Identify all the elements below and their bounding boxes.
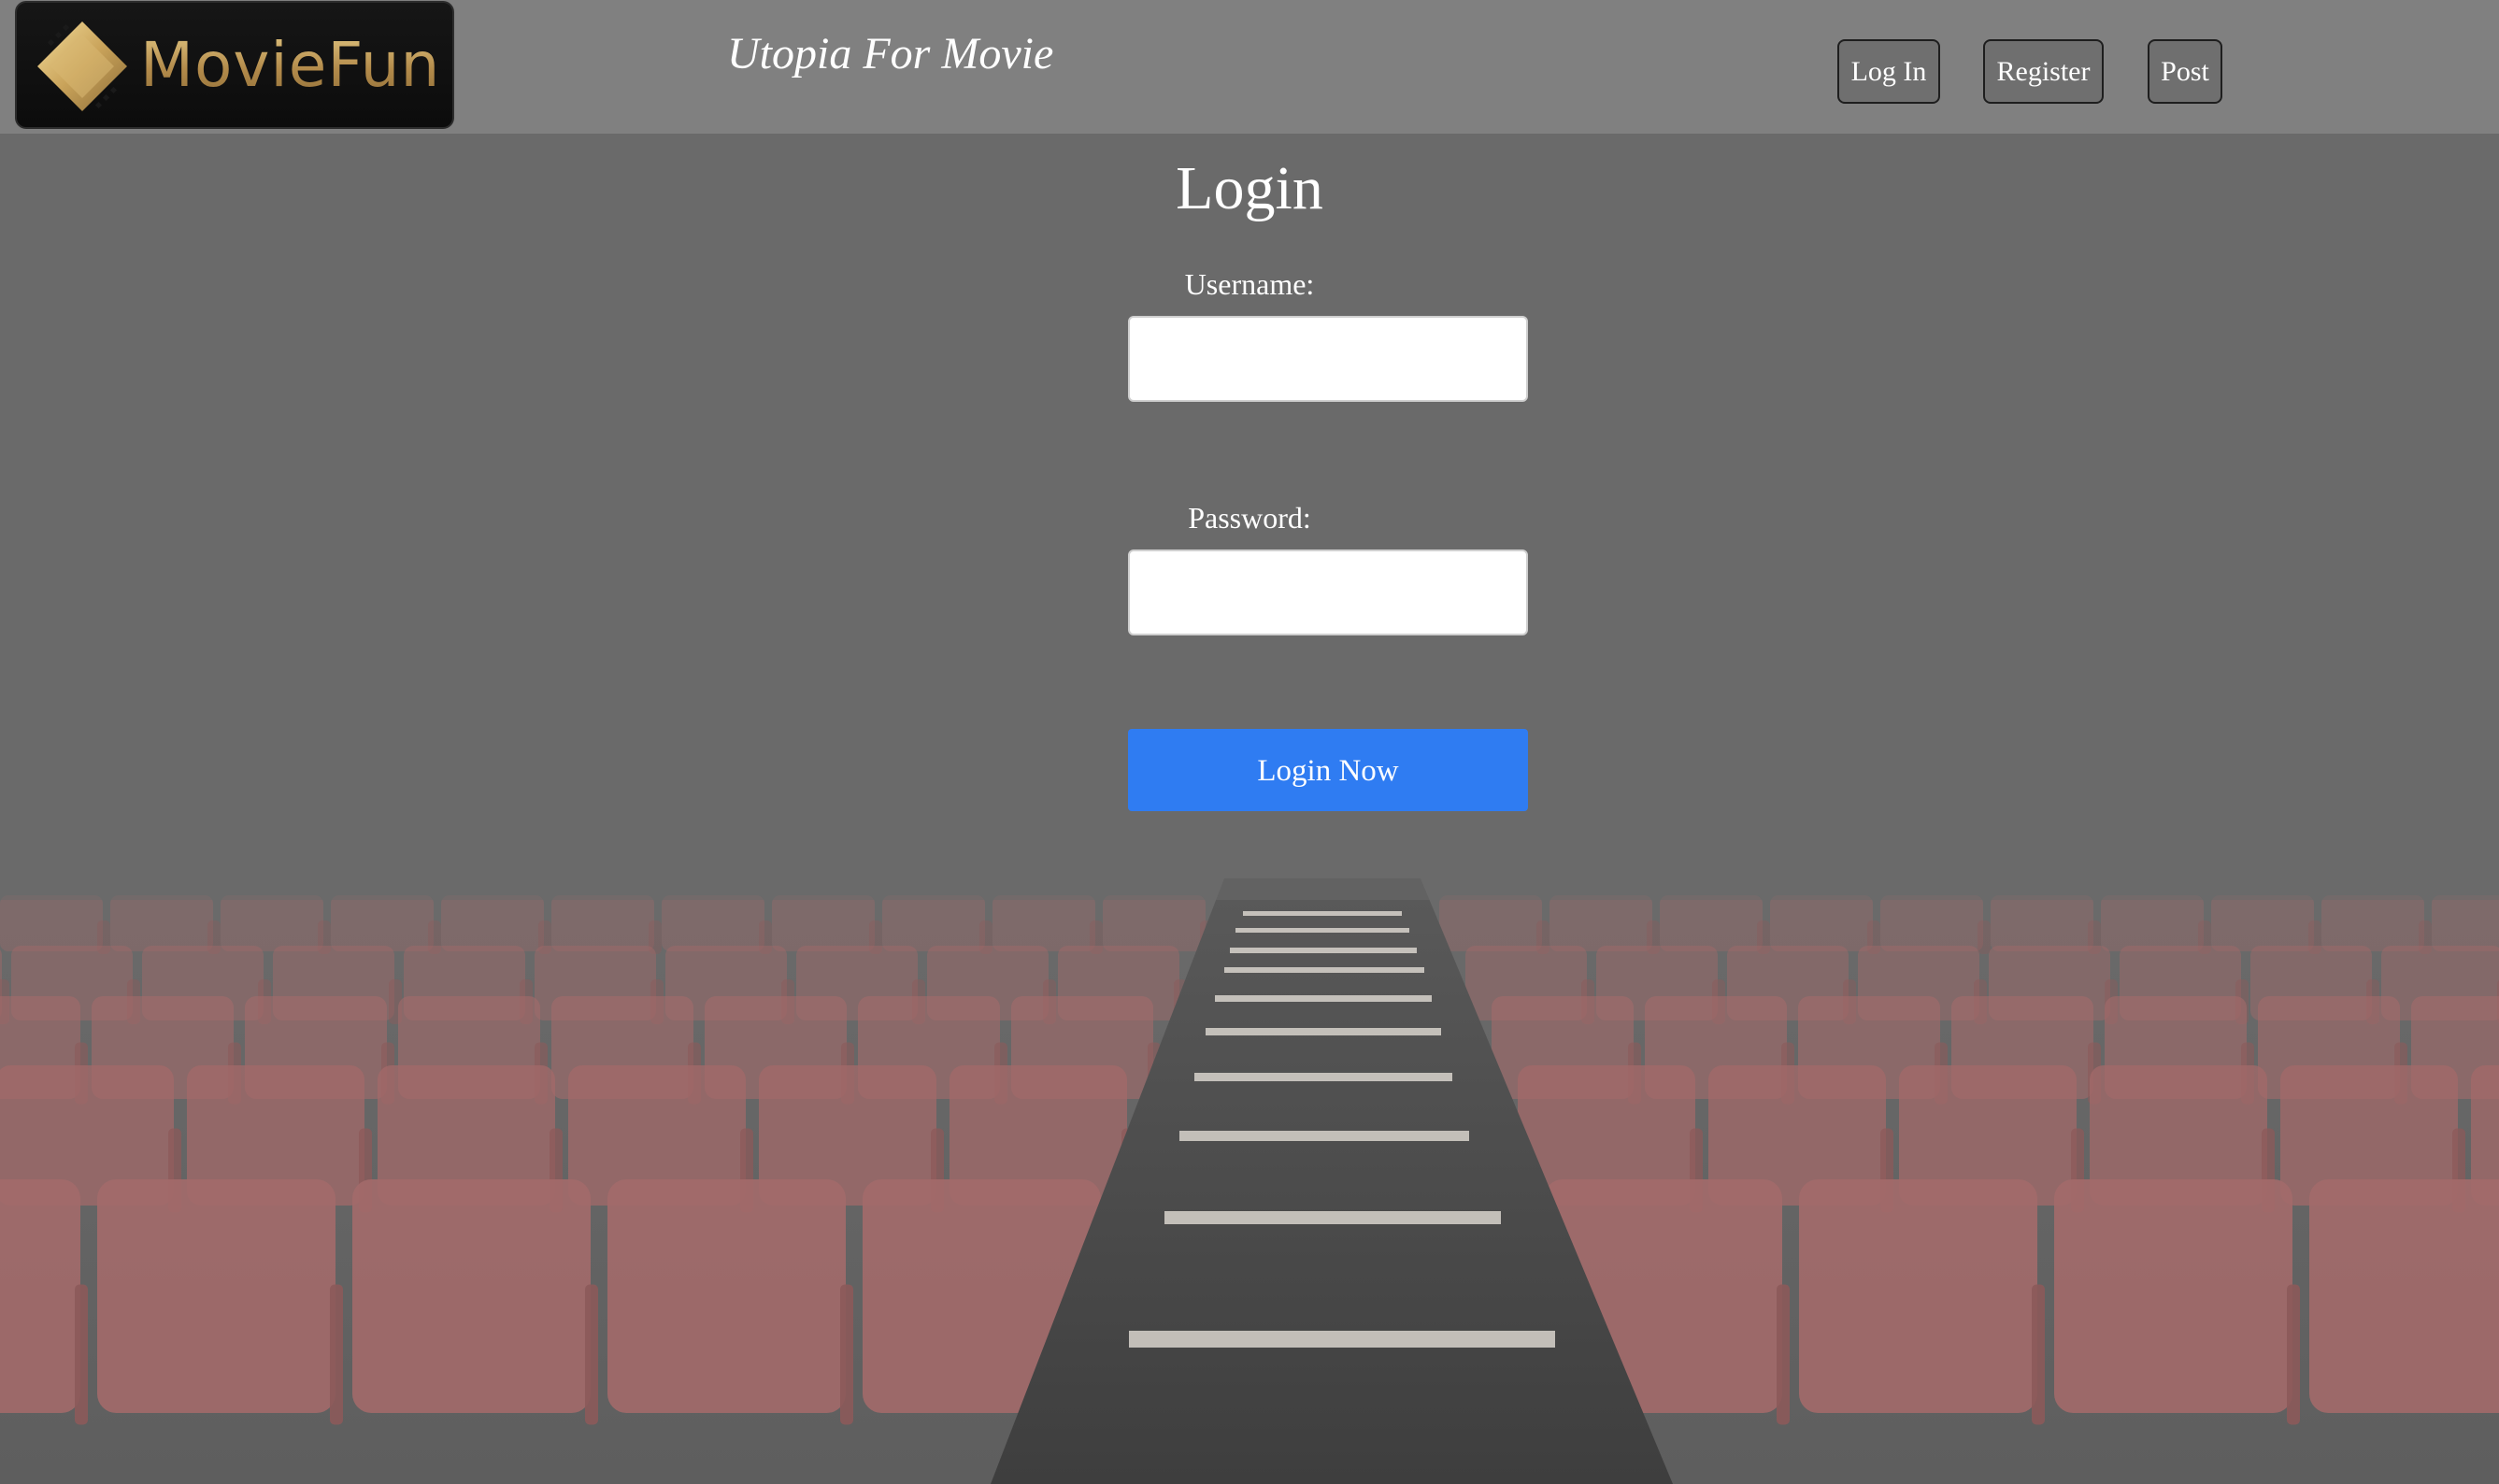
seat-armrest — [585, 1284, 598, 1425]
theater-seat — [662, 895, 764, 951]
theater-seat — [1660, 895, 1763, 951]
theater-seat — [1880, 895, 1983, 951]
register-nav-button[interactable]: Register — [1983, 39, 2104, 104]
theater-seat — [1103, 895, 1206, 951]
film-strip-diamond-icon — [37, 21, 127, 111]
logo-wordmark: MovieFun — [140, 23, 440, 107]
aisle-step-light — [1230, 948, 1417, 953]
site-logo[interactable]: MovieFun — [15, 1, 454, 129]
aisle-step-light — [1215, 995, 1432, 1002]
seat-armrest — [1978, 920, 1991, 954]
theater-seat — [2101, 895, 2204, 951]
aisle-step-light — [1179, 1131, 1469, 1141]
theater-seat — [882, 895, 985, 951]
theater-seat — [551, 895, 654, 951]
seat-armrest — [840, 1284, 853, 1425]
theater-seat — [110, 895, 213, 951]
password-label: Password: — [1188, 501, 1311, 535]
theater-seat — [441, 895, 544, 951]
seat-armrest — [75, 1284, 88, 1425]
theater-seat — [1991, 895, 2093, 951]
post-nav-button[interactable]: Post — [2148, 39, 2222, 104]
username-label: Username: — [1184, 267, 1315, 301]
login-now-button[interactable]: Login Now — [1128, 729, 1528, 811]
theater-seat — [2432, 895, 2499, 951]
theater-seat — [0, 1179, 80, 1413]
theater-seat — [331, 895, 434, 951]
theater-seat — [97, 1179, 336, 1413]
aisle-step-light — [1164, 1211, 1501, 1224]
theater-seat — [1799, 1179, 2037, 1413]
site-tagline: Utopia For Movie — [727, 29, 1054, 78]
theater-seat — [992, 895, 1095, 951]
theater-seat — [2054, 1179, 2292, 1413]
aisle-step-light — [1129, 1331, 1555, 1348]
seat-armrest — [1777, 1284, 1790, 1425]
theater-seat — [1549, 895, 1652, 951]
aisle-step-light — [1235, 928, 1409, 933]
login-nav-button[interactable]: Log In — [1837, 39, 1940, 104]
theater-seat — [1770, 895, 1873, 951]
login-page: MovieFun Utopia For Movie Log In Registe… — [0, 0, 2499, 1484]
seat-armrest — [330, 1284, 343, 1425]
aisle-step-light — [1224, 967, 1424, 973]
theater-seat — [1439, 895, 1542, 951]
theater-seat — [0, 895, 103, 951]
aisle-step-light — [1206, 1028, 1441, 1035]
theater-seat — [2309, 1179, 2499, 1413]
login-heading: Login — [1176, 154, 1323, 222]
theater-seat — [607, 1179, 846, 1413]
theater-seat — [772, 895, 875, 951]
seat-armrest — [2032, 1284, 2045, 1425]
theater-seat — [2321, 895, 2424, 951]
header-bar: MovieFun Utopia For Movie Log In Registe… — [0, 0, 2499, 134]
seat-armrest — [2287, 1284, 2300, 1425]
theater-seat — [2211, 895, 2314, 951]
theater-seat — [221, 895, 323, 951]
password-input[interactable] — [1128, 549, 1528, 635]
aisle-step-light — [1243, 911, 1402, 916]
theater-seat — [352, 1179, 591, 1413]
username-input[interactable] — [1128, 316, 1528, 402]
aisle-step-light — [1194, 1073, 1452, 1081]
